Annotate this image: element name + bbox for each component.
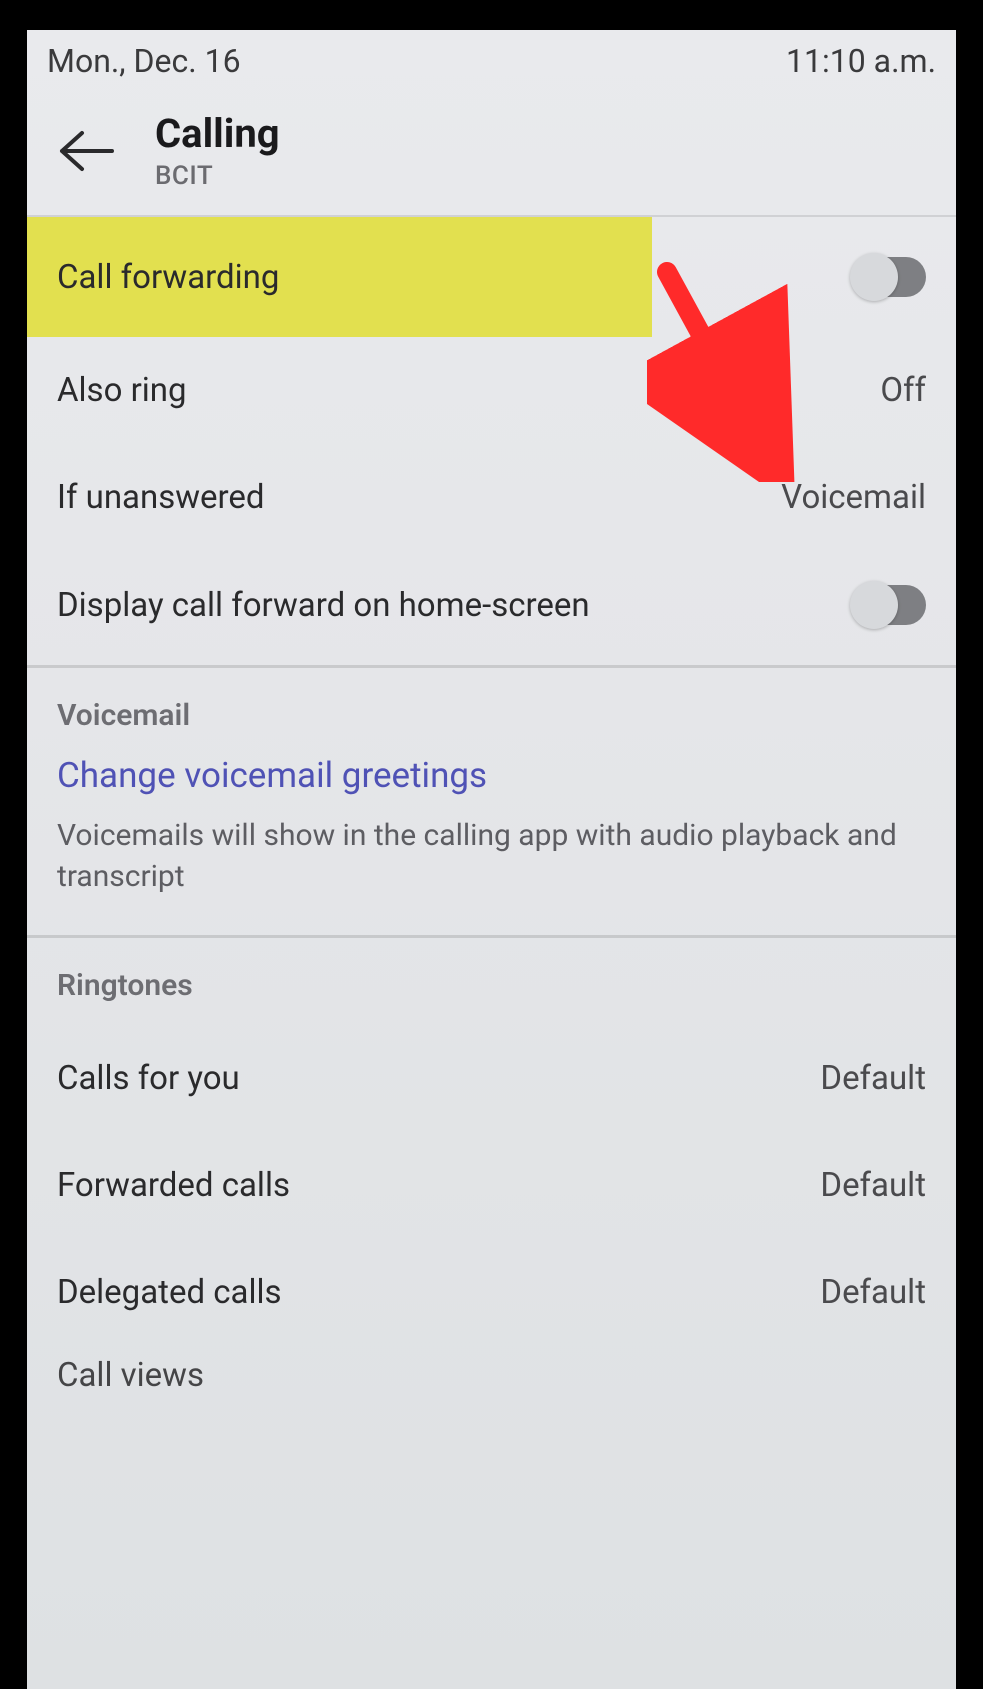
toggle-knob bbox=[850, 581, 898, 629]
arrow-left-icon bbox=[58, 129, 116, 173]
status-date: Mon., Dec. 16 bbox=[47, 42, 241, 80]
change-voicemail-greetings-link[interactable]: Change voicemail greetings bbox=[27, 755, 956, 816]
back-button[interactable] bbox=[55, 125, 119, 177]
also-ring-row[interactable]: Also ring Off bbox=[27, 337, 956, 444]
call-forwarding-row[interactable]: Call forwarding bbox=[27, 217, 956, 337]
delegated-calls-value: Default bbox=[820, 1273, 926, 1312]
delegated-calls-row[interactable]: Delegated calls Default bbox=[27, 1239, 956, 1346]
page-subtitle: BCIT bbox=[155, 161, 280, 191]
calls-for-you-label: Calls for you bbox=[57, 1059, 240, 1098]
forwarded-calls-row[interactable]: Forwarded calls Default bbox=[27, 1132, 956, 1239]
forwarded-calls-label: Forwarded calls bbox=[57, 1166, 290, 1205]
display-forward-row[interactable]: Display call forward on home-screen bbox=[27, 551, 956, 659]
call-forwarding-toggle[interactable] bbox=[854, 257, 926, 297]
if-unanswered-row[interactable]: If unanswered Voicemail bbox=[27, 444, 956, 551]
call-views-row[interactable]: Call views bbox=[27, 1346, 956, 1395]
voicemail-description: Voicemails will show in the calling app … bbox=[27, 816, 956, 929]
delegated-calls-label: Delegated calls bbox=[57, 1273, 282, 1312]
calls-for-you-value: Default bbox=[820, 1059, 926, 1098]
status-time: 11:10 a.m. bbox=[786, 42, 936, 80]
display-forward-toggle[interactable] bbox=[854, 585, 926, 625]
ringtones-section-header: Ringtones bbox=[27, 938, 956, 1025]
header: Calling BCIT bbox=[27, 80, 956, 215]
voicemail-section-header: Voicemail bbox=[27, 668, 956, 755]
toggle-knob bbox=[850, 253, 898, 301]
if-unanswered-label: If unanswered bbox=[57, 478, 265, 517]
status-bar: Mon., Dec. 16 11:10 a.m. bbox=[27, 30, 956, 80]
also-ring-label: Also ring bbox=[57, 371, 187, 410]
settings-screen: Mon., Dec. 16 11:10 a.m. Calling BCIT Ca… bbox=[27, 30, 956, 1689]
forwarded-calls-value: Default bbox=[820, 1166, 926, 1205]
page-title: Calling bbox=[155, 110, 280, 157]
calls-for-you-row[interactable]: Calls for you Default bbox=[27, 1025, 956, 1132]
call-forwarding-label: Call forwarding bbox=[57, 258, 279, 297]
also-ring-value: Off bbox=[880, 371, 926, 410]
display-forward-label: Display call forward on home-screen bbox=[57, 586, 590, 625]
if-unanswered-value: Voicemail bbox=[781, 478, 926, 517]
